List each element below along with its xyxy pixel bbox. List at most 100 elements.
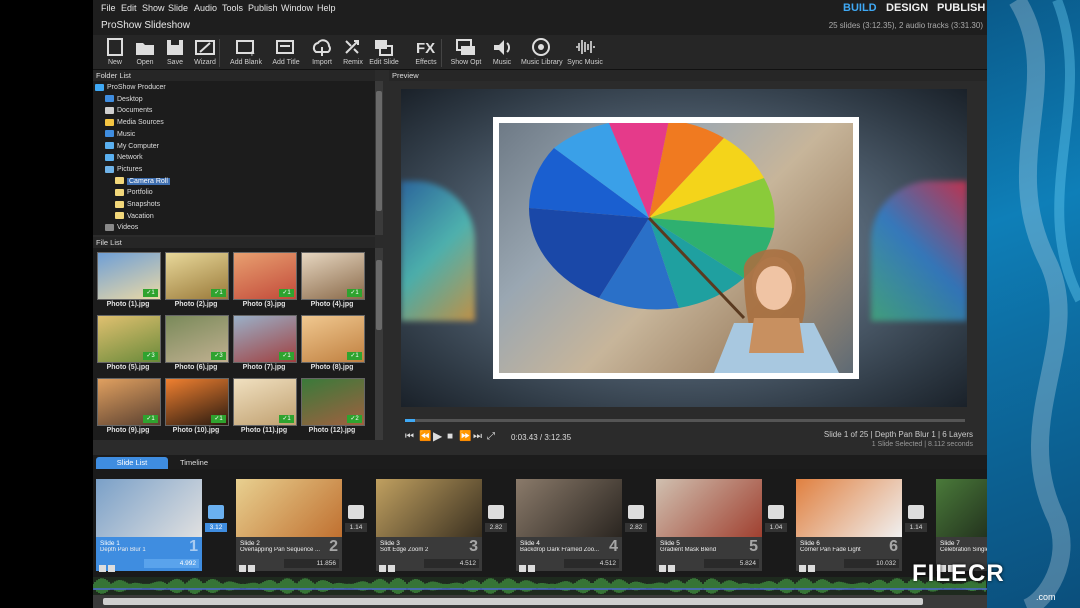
folder-item-music[interactable]: Music	[105, 130, 135, 140]
skip-start-icon[interactable]: ⏮	[405, 431, 414, 442]
slide-card[interactable]: Slide 1 Depth Pan Blur 1 1 4.992	[96, 479, 202, 573]
slide-card[interactable]: Slide 6 Corner Pan Fade Light 6 10.032	[796, 479, 902, 573]
slide-card[interactable]: Slide 3 Soft Edge Zoom 2 3 4.512	[376, 479, 482, 573]
slide-duration[interactable]: 5.824	[704, 559, 759, 568]
slide-list-scroll-thumb[interactable]	[103, 598, 923, 605]
slide-duration[interactable]: 11.856	[284, 559, 339, 568]
play-small-icon[interactable]	[799, 565, 806, 572]
transition[interactable]: 1.04	[765, 505, 787, 532]
file-thumbnail[interactable]: ✓1	[165, 252, 229, 300]
transition-duration[interactable]: 3.12	[205, 523, 227, 532]
transition-duration[interactable]: 2.82	[485, 523, 507, 532]
slide-card[interactable]: Slide 4 Backdrop Dark Framed Zoo... 4 4.512	[516, 479, 622, 573]
folder-item-desktop[interactable]: Desktop	[105, 95, 143, 105]
mode-tab-build[interactable]: BUILD	[843, 2, 877, 14]
play-small-icon[interactable]	[659, 565, 666, 572]
slide-duration[interactable]: 10.032	[844, 559, 899, 568]
toolbar-effects-button[interactable]: FX Effects	[406, 37, 446, 66]
transition-icon[interactable]	[348, 505, 364, 519]
slide-thumbnail[interactable]	[236, 479, 342, 537]
file-thumbnail[interactable]: ✓1	[97, 252, 161, 300]
slide-thumbnail[interactable]	[516, 479, 622, 537]
slide-thumbnail[interactable]	[656, 479, 762, 537]
file-thumbnail[interactable]: ✓3	[165, 315, 229, 363]
mode-tab-publish[interactable]: PUBLISH	[937, 2, 985, 14]
slide-duration[interactable]: 4.512	[564, 559, 619, 568]
mode-tab-design[interactable]: DESIGN	[886, 2, 928, 14]
transition-icon[interactable]	[908, 505, 924, 519]
toolbar-sync-music-button[interactable]: Sync Music	[565, 37, 605, 66]
folder-item-pictures[interactable]: Pictures	[105, 165, 142, 175]
file-thumbnail[interactable]: ✓1	[165, 378, 229, 426]
slide-duration[interactable]: 4.992	[144, 559, 199, 568]
slide-duration[interactable]: 4.512	[424, 559, 479, 568]
tab-slide-list[interactable]: Slide List	[96, 457, 168, 469]
slide-thumbnail[interactable]	[936, 479, 987, 537]
tab-timeline[interactable]: Timeline	[169, 457, 219, 469]
file-thumbnail[interactable]: ✓1	[97, 378, 161, 426]
play-small-icon[interactable]	[239, 565, 246, 572]
file-scroll-thumb[interactable]	[376, 260, 382, 330]
slide-thumbnail[interactable]	[96, 479, 202, 537]
folder-item-proshow-producer[interactable]: ProShow Producer	[95, 83, 166, 93]
menu-slide[interactable]: Slide	[168, 3, 188, 13]
transition-duration[interactable]: 1.14	[345, 523, 367, 532]
preview-canvas[interactable]	[401, 89, 967, 407]
transition-icon[interactable]	[488, 505, 504, 519]
fast-forward-icon[interactable]: ⏩	[459, 431, 471, 442]
menu-edit[interactable]: Edit	[121, 3, 137, 13]
slide-card[interactable]: Slide 2 Overlapping Pan Sequence ... 2 11.8…	[236, 479, 342, 573]
slide-list-scrollbar[interactable]	[93, 595, 987, 608]
transition[interactable]: 1.14	[345, 505, 367, 532]
slide-thumbnail[interactable]	[796, 479, 902, 537]
slide-thumbnail[interactable]	[376, 479, 482, 537]
menu-help[interactable]: Help	[317, 3, 336, 13]
folder-scroll-thumb[interactable]	[376, 91, 382, 211]
file-scrollbar[interactable]	[375, 248, 383, 440]
folder-item-vacation[interactable]: Vacation	[115, 212, 154, 222]
folder-item-documents[interactable]: Documents	[105, 106, 152, 116]
menu-show[interactable]: Show	[142, 3, 165, 13]
play-icon[interactable]: ▶	[433, 429, 442, 443]
play-small-icon[interactable]	[379, 565, 386, 572]
slide-card[interactable]: Slide 7Celebration Single7	[936, 479, 987, 573]
file-thumbnail[interactable]: ✓2	[301, 378, 365, 426]
toolbar-add-blank-button[interactable]: + Add Blank	[226, 37, 266, 66]
transition[interactable]: 1.14	[905, 505, 927, 532]
file-thumbnail[interactable]: ✓1	[233, 252, 297, 300]
file-thumbnail[interactable]: ✓3	[97, 315, 161, 363]
file-thumbnail[interactable]: ✓1	[233, 315, 297, 363]
folder-item-my-computer[interactable]: My Computer	[105, 142, 159, 152]
transition-icon[interactable]	[208, 505, 224, 519]
folder-item-camera-roll[interactable]: Camera Roll	[115, 177, 170, 187]
menu-window[interactable]: Window	[281, 3, 313, 13]
folder-item-snapshots[interactable]: Snapshots	[115, 200, 160, 210]
slide-card[interactable]: Slide 5 Gradient Mask Blend 5 5.824	[656, 479, 762, 573]
menu-audio[interactable]: Audio	[194, 3, 217, 13]
skip-end-icon[interactable]: ⏭	[473, 431, 482, 442]
file-thumbnail[interactable]: ✓1	[233, 378, 297, 426]
stop-icon[interactable]: ■	[447, 431, 453, 442]
toolbar-add-title-button[interactable]: Add Title	[266, 37, 306, 66]
play-small-icon[interactable]	[99, 565, 106, 572]
audio-waveform-track[interactable]	[93, 577, 987, 595]
transition-icon[interactable]	[628, 505, 644, 519]
menu-file[interactable]: File	[101, 3, 116, 13]
file-thumbnail[interactable]: ✓1	[301, 252, 365, 300]
transition[interactable]: 2.82	[485, 505, 507, 532]
folder-item-media-sources[interactable]: Media Sources	[105, 118, 164, 128]
fullscreen-icon[interactable]: ⤢	[487, 431, 495, 442]
transition[interactable]: 3.12	[205, 505, 227, 532]
folder-scrollbar[interactable]	[375, 81, 383, 235]
toolbar-show-opt-button[interactable]: Show Opt	[446, 37, 486, 66]
transition-duration[interactable]: 2.82	[625, 523, 647, 532]
preview-progress-bar[interactable]	[405, 419, 965, 422]
transition-duration[interactable]: 1.04	[765, 523, 787, 532]
folder-item-portfolio[interactable]: Portfolio	[115, 188, 153, 198]
menu-publish[interactable]: Publish	[248, 3, 278, 13]
transition-duration[interactable]: 1.14	[905, 523, 927, 532]
toolbar-music-library-button[interactable]: Music Library	[521, 37, 563, 66]
play-small-icon[interactable]	[519, 565, 526, 572]
file-thumbnail[interactable]: ✓1	[301, 315, 365, 363]
toolbar-edit-slide-button[interactable]: Edit Slide	[364, 37, 404, 66]
